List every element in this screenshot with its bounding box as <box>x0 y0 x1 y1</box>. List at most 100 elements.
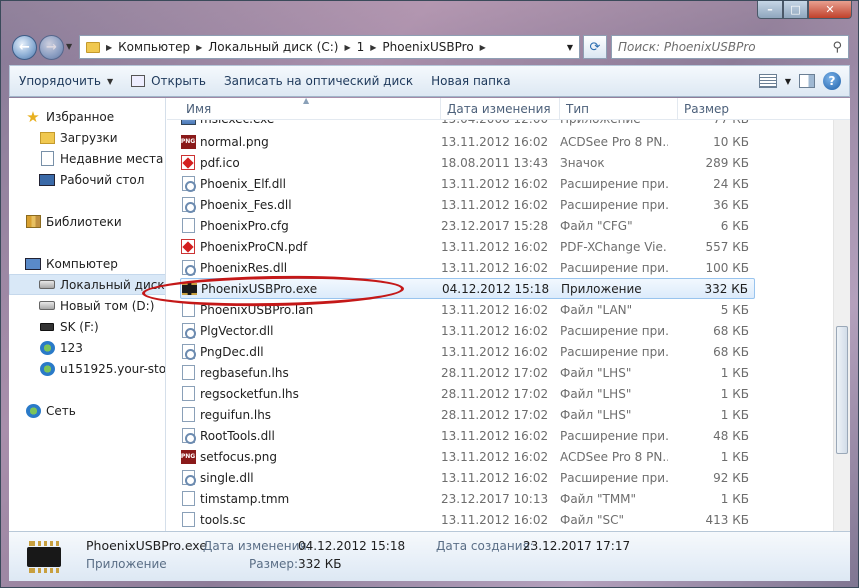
sidebar-item-desktop[interactable]: Рабочий стол <box>39 169 165 190</box>
table-row[interactable]: PlgVector.dll 13.11.2012 16:02 Расширени… <box>180 320 755 341</box>
column-header-type[interactable]: Тип <box>560 98 678 120</box>
recent-pages-dropdown[interactable]: ▼ <box>66 42 72 51</box>
sidebar-item-new-volume-d[interactable]: Новый том (D:) <box>39 295 165 316</box>
table-row[interactable]: PngDec.dll 13.11.2012 16:02 Расширение п… <box>180 341 755 362</box>
details-created-label: Дата создания: <box>436 539 534 553</box>
scrollbar-thumb[interactable] <box>836 326 848 454</box>
table-row[interactable]: regsocketfun.lhs 28.11.2012 17:02 Файл "… <box>180 383 755 404</box>
new-folder-button[interactable]: Новая папка <box>422 74 519 88</box>
chevron-right-icon[interactable]: ▶ <box>106 43 112 52</box>
file-date: 04.12.2012 15:18 <box>442 281 550 296</box>
file-date: 13.11.2012 16:02 <box>441 239 549 254</box>
sidebar-item-label: Загрузки <box>60 130 118 145</box>
minimize-button[interactable]: – <box>757 1 783 19</box>
sidebar-item-storage-box[interactable]: u151925.your-storag <box>39 358 165 379</box>
close-button[interactable]: ✕ <box>808 1 852 19</box>
breadcrumb-phoenixusbpro[interactable]: PhoenixUSBPro <box>382 40 473 54</box>
chip-exe-icon <box>23 537 65 577</box>
breadcrumb-local-disk[interactable]: Локальный диск (C:) <box>208 40 338 54</box>
sidebar-item-computer[interactable]: Компьютер <box>25 253 165 274</box>
file-date: 13.11.2012 16:02 <box>441 449 549 464</box>
file-size: 10 КБ <box>713 134 749 149</box>
file-date: 28.11.2012 17:02 <box>441 386 549 401</box>
usb-drive-icon <box>39 319 55 335</box>
table-row[interactable]: tools.sc 13.11.2012 16:02 Файл "SC" 413 … <box>180 509 755 530</box>
details-file-kind: Приложение <box>86 557 167 571</box>
table-row[interactable]: pdf.ico 18.08.2011 13:43 Значок 289 КБ <box>180 152 755 173</box>
chevron-right-icon[interactable]: ▶ <box>480 43 486 52</box>
file-name: regbasefun.lhs <box>200 365 289 380</box>
column-header-size[interactable]: Размер <box>678 98 756 120</box>
table-row[interactable]: Phoenix_Elf.dll 13.11.2012 16:02 Расшире… <box>180 173 755 194</box>
table-row-selected[interactable]: PhoenixUSBPro.exe 04.12.2012 15:18 Прило… <box>180 278 755 299</box>
dll-icon <box>180 344 196 360</box>
sidebar-item-sk-f[interactable]: SK (F:) <box>39 316 165 337</box>
file-date: 13.11.2012 16:02 <box>441 512 549 527</box>
sidebar-item-123[interactable]: 123 <box>39 337 165 358</box>
vertical-scrollbar[interactable] <box>833 120 850 531</box>
file-name: reguifun.lhs <box>200 407 272 422</box>
address-bar[interactable]: ▶ Компьютер ▶ Локальный диск (C:) ▶ 1 ▶ … <box>79 35 580 59</box>
open-button[interactable]: Открыть <box>122 74 215 88</box>
table-row[interactable]: reguifun.lhs 28.11.2012 17:02 Файл "LHS"… <box>180 404 755 425</box>
file-type: PDF-XChange Vie... <box>560 239 668 254</box>
table-row[interactable]: RootTools.dll 13.11.2012 16:02 Расширени… <box>180 425 755 446</box>
details-pane: PhoenixUSBPro.exe Приложение Дата измене… <box>9 531 850 581</box>
change-view-icon[interactable] <box>758 74 777 88</box>
refresh-button[interactable]: ⟳ <box>583 35 607 59</box>
sidebar-item-recent-places[interactable]: Недавние места <box>39 148 165 169</box>
navigation-pane: ★ Избранное Загрузки Недавние места Рабо… <box>9 98 166 531</box>
column-header-name[interactable]: Имя <box>180 98 441 120</box>
file-name: PlgVector.dll <box>200 323 274 338</box>
chevron-right-icon[interactable]: ▶ <box>196 43 202 52</box>
table-row[interactable]: PhoenixUSBPro.lan 13.11.2012 16:02 Файл … <box>180 299 755 320</box>
file-type: Значок <box>560 155 605 170</box>
file-name: PhoenixUSBPro.exe <box>201 281 318 296</box>
table-row[interactable]: PNG setfocus.png 13.11.2012 16:02 ACDSee … <box>180 446 755 467</box>
column-header-date[interactable]: Дата изменения <box>441 98 560 120</box>
file-icon <box>180 218 196 234</box>
sidebar-item-network[interactable]: Сеть <box>25 400 165 421</box>
star-icon: ★ <box>26 107 40 126</box>
png-icon: PNG <box>180 134 196 150</box>
preview-pane-icon[interactable] <box>799 74 815 88</box>
sidebar-item-local-disk-c[interactable]: Локальный диск (C <box>9 274 165 295</box>
file-type: Файл "TMM" <box>560 491 637 506</box>
refresh-icon: ⟳ <box>589 39 601 55</box>
sidebar-item-label: Недавние места <box>60 151 164 166</box>
file-size: 36 КБ <box>713 197 749 212</box>
file-date: 28.11.2012 17:02 <box>441 365 549 380</box>
file-date: 13.11.2012 16:02 <box>441 302 549 317</box>
dll-icon <box>180 260 196 276</box>
table-row[interactable]: PhoenixRes.dll 13.11.2012 16:02 Расширен… <box>180 257 755 278</box>
sidebar-item-downloads[interactable]: Загрузки <box>39 127 165 148</box>
back-button[interactable]: ← <box>12 35 37 60</box>
breadcrumb-computer[interactable]: Компьютер <box>118 40 190 54</box>
view-dropdown-icon[interactable]: ▼ <box>785 77 791 86</box>
table-row[interactable]: timstamp.tmm 23.12.2017 10:13 Файл "TMM"… <box>180 488 755 509</box>
help-icon[interactable]: ? <box>823 72 841 90</box>
address-dropdown-icon[interactable]: ▼ <box>567 43 573 52</box>
table-row[interactable]: PhoenixPro.cfg 23.12.2017 15:28 Файл "CF… <box>180 215 755 236</box>
burn-button[interactable]: Записать на оптический диск <box>215 74 422 88</box>
dll-icon <box>180 176 196 192</box>
organize-button[interactable]: Упорядочить ▼ <box>10 74 122 88</box>
breadcrumb-folder-1[interactable]: 1 <box>357 40 365 54</box>
forward-button[interactable]: → <box>39 35 64 60</box>
table-row[interactable]: Phoenix_Fes.dll 13.11.2012 16:02 Расшире… <box>180 194 755 215</box>
table-row[interactable]: PhoenixProCN.pdf 13.11.2012 16:02 PDF-XC… <box>180 236 755 257</box>
sidebar-item-favorites[interactable]: ★ Избранное <box>25 106 165 127</box>
search-input[interactable]: Поиск: PhoenixUSBPro ⚲ <box>611 35 849 59</box>
file-name: tools.sc <box>200 512 246 527</box>
chevron-right-icon[interactable]: ▶ <box>370 43 376 52</box>
table-row[interactable]: regbasefun.lhs 28.11.2012 17:02 Файл "LH… <box>180 362 755 383</box>
sidebar-item-libraries[interactable]: Библиотеки <box>25 211 165 232</box>
file-type: Расширение при... <box>560 428 668 443</box>
folder-icon <box>86 41 100 53</box>
table-row[interactable]: PNG normal.png 13.11.2012 16:02 ACDSee Pr… <box>180 131 755 152</box>
file-name: PhoenixPro.cfg <box>200 218 289 233</box>
table-row[interactable]: single.dll 13.11.2012 16:02 Расширение п… <box>180 467 755 488</box>
chevron-right-icon[interactable]: ▶ <box>344 43 350 52</box>
maximize-button[interactable]: □ <box>783 1 808 19</box>
file-size: 413 КБ <box>705 512 749 527</box>
